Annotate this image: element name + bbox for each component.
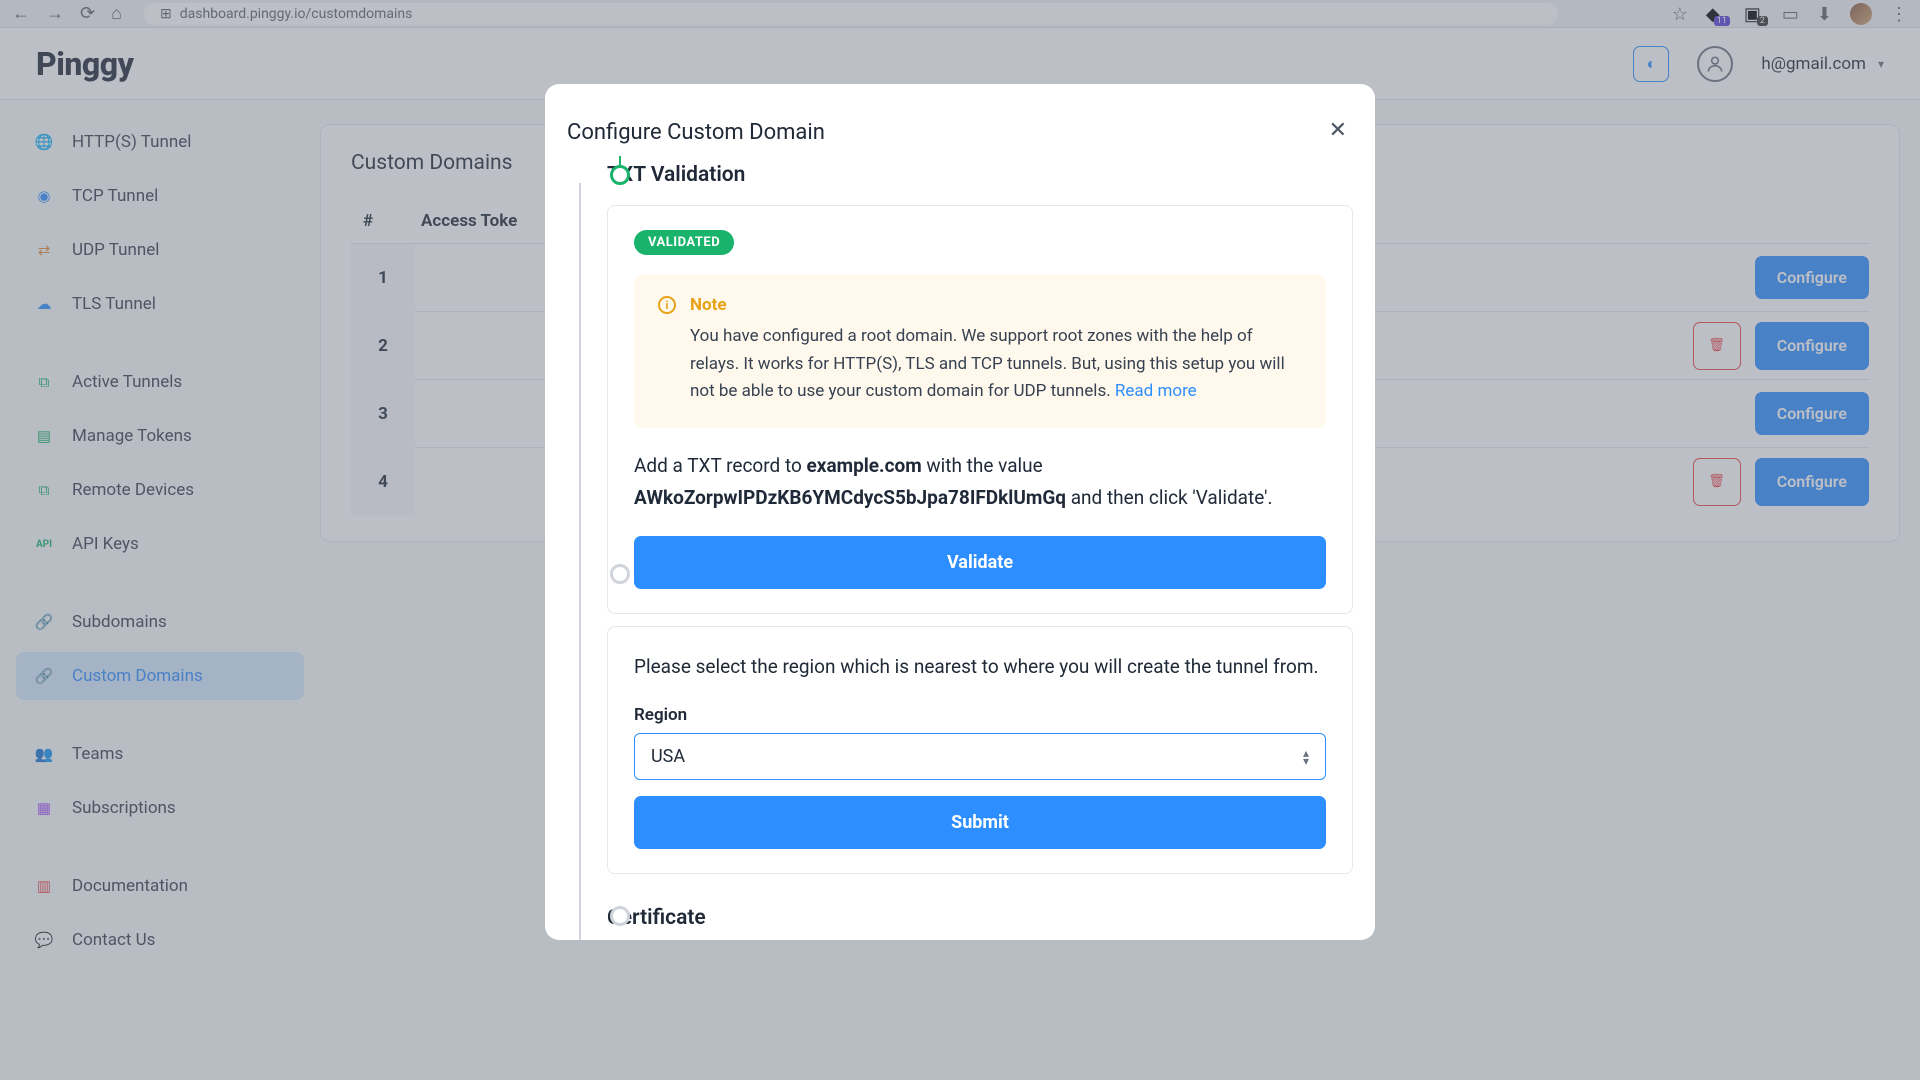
configure-domain-modal: Configure Custom Domain ✕ TXT Validation… <box>545 84 1375 940</box>
validated-badge: VALIDATED <box>634 230 734 255</box>
txt-validation-card: VALIDATED i Note You have configured a r… <box>607 205 1353 614</box>
note-box: i Note You have configured a root domain… <box>634 275 1326 428</box>
info-icon: i <box>658 296 676 314</box>
region-card: Please select the region which is neares… <box>607 626 1353 874</box>
note-body: You have configured a root domain. We su… <box>658 323 1302 406</box>
txt-value: AWkoZorpwIPDzKB6YMCdycS5bJpa78IFDklUmGq <box>634 486 1066 509</box>
step-1-indicator <box>610 165 630 185</box>
region-label: Region <box>634 705 1326 725</box>
step-1-title: TXT Validation <box>607 163 1353 187</box>
modal-overlay[interactable]: Configure Custom Domain ✕ TXT Validation… <box>0 0 1920 1080</box>
close-icon: ✕ <box>1329 118 1347 143</box>
timeline-line <box>579 183 581 940</box>
submit-button[interactable]: Submit <box>634 796 1326 849</box>
txt-domain: example.com <box>807 454 922 477</box>
validate-button[interactable]: Validate <box>634 536 1326 589</box>
region-value: USA <box>651 746 685 767</box>
region-intro: Please select the region which is neares… <box>634 651 1326 683</box>
step-3-title: Certificate <box>607 906 1353 940</box>
txt-instruction: Add a TXT record to example.com with the… <box>634 450 1326 515</box>
note-title: Note <box>690 295 727 315</box>
select-chevron-icon: ▴▾ <box>1303 749 1309 765</box>
region-select[interactable]: USA ▴▾ <box>634 733 1326 780</box>
close-button[interactable]: ✕ <box>1329 118 1347 143</box>
modal-title: Configure Custom Domain <box>567 120 1353 145</box>
read-more-link[interactable]: Read more <box>1115 381 1197 401</box>
